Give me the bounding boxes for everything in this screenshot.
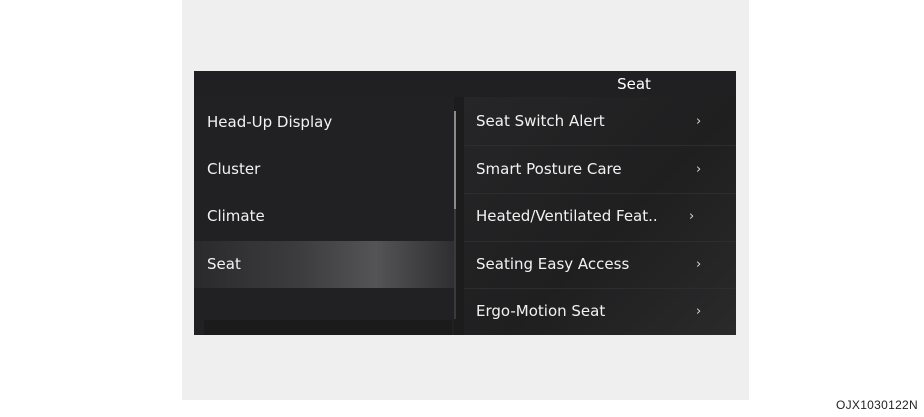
figure-code: OJX1030122N (835, 398, 918, 412)
right-menu-item-label: Smart Posture Care (476, 160, 622, 178)
chevron-right-icon: › (689, 209, 695, 224)
chevron-right-icon: › (696, 114, 702, 129)
chevron-right-icon: › (696, 257, 702, 272)
left-menu-item-cluster[interactable]: Cluster (194, 146, 454, 193)
right-menu-item-label: Seat Switch Alert (476, 112, 605, 130)
right-menu-item-label: Ergo-Motion Seat (476, 302, 606, 320)
right-menu: Seat Switch Alert › Smart Posture Care ›… (464, 97, 736, 335)
page-title: Seat (617, 75, 651, 93)
left-menu-empty-slot (204, 320, 452, 335)
right-menu-item-heated-ventilated[interactable]: Heated/Ventilated Feat.. › (464, 193, 736, 240)
left-menu: Head-Up Display Cluster Climate Seat (194, 97, 454, 335)
right-menu-item-ergo-motion-seat[interactable]: Ergo-Motion Seat › (464, 288, 736, 335)
right-menu-item-label: Seating Easy Access (476, 255, 630, 273)
left-menu-item-climate[interactable]: Climate (194, 193, 454, 240)
right-menu-item-smart-posture-care[interactable]: Smart Posture Care › (464, 146, 736, 193)
chevron-right-icon: › (696, 304, 702, 319)
scrollbar-thumb[interactable] (454, 111, 456, 209)
infotainment-screen: Seat Head-Up Display Cluster Climate Sea… (194, 71, 736, 335)
left-menu-item-seat[interactable]: Seat (194, 241, 454, 288)
right-menu-item-seat-switch-alert[interactable]: Seat Switch Alert › (464, 98, 736, 145)
right-menu-item-seating-easy-access[interactable]: Seating Easy Access › (464, 241, 736, 288)
header-bar: Seat (194, 71, 736, 97)
chevron-right-icon: › (696, 162, 702, 177)
right-menu-item-label: Heated/Ventilated Feat.. (476, 207, 658, 225)
left-menu-item-head-up-display[interactable]: Head-Up Display (194, 99, 454, 146)
